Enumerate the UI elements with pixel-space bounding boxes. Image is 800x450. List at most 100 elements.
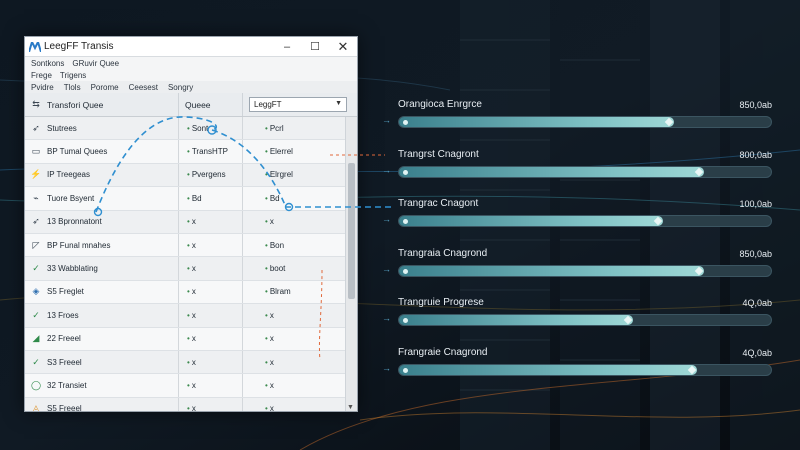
table-row[interactable]: ▭ BP Tumal Quees • TransHTP • Elerrel [25,140,347,164]
scroll-down-icon[interactable]: ▼ [347,404,354,411]
maximize-button[interactable]: ☐ [301,37,329,57]
transfer-label: Trangrac Cnagont [398,198,479,209]
row-name-text: Stutrees [47,123,77,133]
row-target-text: Bon [269,240,285,250]
arrows-icon: ⇆ [32,99,40,109]
progress-start-dot [403,169,408,175]
transfer-progress-bar [398,116,772,128]
tag-icon: ⌁ [33,192,39,203]
table-row[interactable]: ◸ BP Funal mnahes • x • Bon [25,233,347,258]
transfer-progress-bar [398,215,772,227]
status-dot-icon: • [187,147,190,157]
menu-ceesest[interactable]: Ceesest [129,83,158,92]
status-dot-icon: • [265,380,268,390]
row-target-text: boot [269,264,286,274]
row-queue-text: TransHTP [191,147,228,157]
menu-pvidre[interactable]: Pvidre [31,83,54,92]
status-dot-icon: • [265,240,268,250]
menu-tlols[interactable]: Tlols [64,83,81,92]
row-queue-cell: • x [179,233,243,257]
row-target-text: Elerrel [269,147,293,157]
table-row[interactable]: ◢ 22 Freeel • x • x [25,327,347,351]
row-target-cell: • Blram [243,281,347,303]
transfer-progress-bar [398,264,772,277]
table-row[interactable]: ⌁ Tuore Bsyent • Bd • Bd [25,187,347,211]
table-row[interactable]: ✓ S3 Freeel • x • x [25,350,347,375]
row-target-cell: • Bd [243,187,347,209]
menu-porome[interactable]: Porome [91,83,119,92]
column-header-transfer-queue[interactable]: ⇆ Transfori Quee [25,93,179,116]
row-queue-text: x [191,334,196,344]
row-queue-text: x [191,310,196,320]
row-name-cell: ➶ 13 Bpronnatont [25,210,179,233]
protocol-select[interactable]: LeggFT ▼ [249,97,347,112]
status-dot-icon: • [265,334,268,344]
menu-row-2: Frege Trigens [25,69,357,81]
row-target-text: Pcrl [269,123,284,133]
transfer-size: 4Q,0ab [742,347,772,358]
title-bar[interactable]: LeegFF Transis – ☐ ✕ [25,37,357,57]
row-queue-cell: • Bd [179,187,243,210]
row-target-text: x [269,380,274,390]
row-name-text: 22 Freeel [47,334,81,344]
status-dot-icon: • [265,357,268,367]
table-row[interactable]: ◯ 32 Transiet • x • x [25,374,347,398]
table-row[interactable]: ✓ 13 Froes • x • x [25,304,347,328]
row-target-cell: • x [243,398,347,412]
status-dot-icon: • [187,334,190,344]
row-name-text: 32 Transiet [47,380,87,390]
scroll-thumb[interactable] [348,163,355,299]
row-queue-cell: • x [179,397,243,412]
row-name-cell: ◢ 22 Freeel [25,327,179,350]
menu-item-trigens[interactable]: Trigens [60,71,86,80]
status-dot-icon: • [187,217,190,227]
close-button[interactable]: ✕ [329,37,357,57]
status-dot-icon: • [265,404,268,412]
table-row[interactable]: ⚡ IP Treegeas • Pvergens • Elrgrel [25,163,347,188]
menu-songry[interactable]: Songry [168,83,193,92]
menu-item-frege[interactable]: Frege [31,71,52,80]
check-icon: ✓ [32,356,40,367]
status-dot-icon: • [187,404,190,412]
row-target-cell: • Elerrel [243,140,347,162]
table-row[interactable]: ◈ S5 Freglet • x • Blram [25,280,347,305]
row-queue-text: x [191,404,196,412]
row-queue-cell: • x [179,257,243,280]
row-name-cell: ➶ Stutrees [25,117,179,140]
transfer-list: ➶ Stutrees • Sont • Pcrl ▭ BP Tumal Quees • Trans… [25,117,347,412]
progress-start-dot [403,318,408,323]
transfer-size: 850,0ab [739,248,772,259]
table-row[interactable]: ➶ 13 Bpronnatont • x • x [25,210,347,234]
grid-header: ⇆ Transfori Quee Queee LeggFT ▼ [25,93,357,117]
row-queue-cell: • x [179,374,243,397]
row-target-text: x [269,217,274,227]
minimize-button[interactable]: – [273,37,301,57]
transfer-size: 850,0ab [739,100,772,110]
row-target-text: x [269,404,274,412]
table-row[interactable]: ✓ 33 Wabblating • x • boot [25,257,347,281]
menu-item-sontkons[interactable]: Sontkons [31,59,64,68]
status-dot-icon: • [265,170,268,180]
row-queue-cell: • x [179,304,243,327]
table-row[interactable]: ➶ Stutrees • Sont • Pcrl [25,117,347,141]
row-name-cell: ▭ BP Tumal Quees [25,140,179,163]
vertical-scrollbar[interactable]: ▼ [345,117,357,411]
row-name-text: Tuore Bsyent [47,193,95,203]
app-window: LeegFF Transis – ☐ ✕ Sontkons GRuvir Que… [24,36,358,412]
row-target-cell: • x [243,374,347,396]
row-name-text: S5 Freglet [47,287,84,297]
table-row[interactable]: ◬ S5 Freeel • x • x [25,397,347,412]
check-icon: ✓ [32,263,40,274]
row-name-text: 13 Bpronnatont [47,217,102,227]
progress-fill [399,265,705,276]
transfer-progress-bar [398,314,772,326]
row-name-cell: ◸ BP Funal mnahes [25,233,179,257]
row-name-cell: ✓ S3 Freeel [25,350,179,374]
status-dot-icon: • [265,310,268,320]
status-dot-icon: • [265,287,268,297]
row-target-text: Elrgrel [269,170,293,180]
menu-item-gruvir-quee[interactable]: GRuvir Quee [72,59,119,68]
row-name-text: S5 Freeel [47,404,82,412]
column-header-queue[interactable]: Queee [179,93,243,116]
status-dot-icon: • [187,193,190,203]
